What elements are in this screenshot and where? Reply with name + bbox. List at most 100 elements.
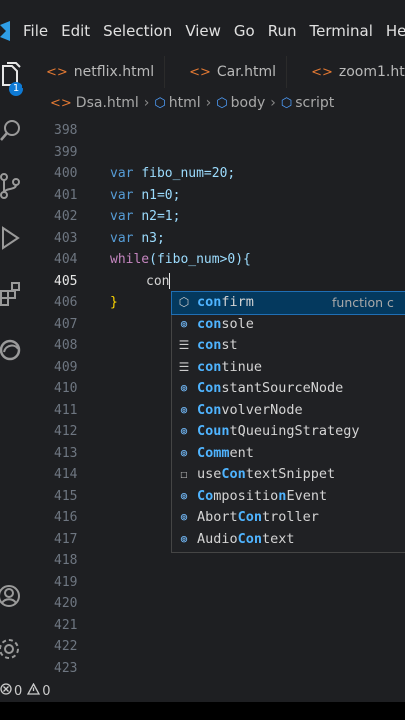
menu-selection[interactable]: Selection: [103, 22, 172, 40]
suggestion-item[interactable]: ☐ useContextSnippet: [172, 464, 405, 486]
line-number: 404: [54, 252, 78, 267]
label-text: Event: [286, 487, 328, 504]
code-line[interactable]: 401 var n1=0;: [22, 185, 405, 207]
suggestion-item[interactable]: ⊚ AbortController: [172, 507, 405, 529]
code-line[interactable]: 419: [22, 572, 405, 594]
account-icon[interactable]: [0, 582, 22, 610]
line-number: 399: [54, 144, 78, 160]
line-code: con: [146, 271, 171, 293]
suggestion-label: Comment: [197, 443, 254, 465]
line-number: 415: [54, 488, 78, 504]
line-code: var n3;: [110, 228, 165, 250]
suggestion-label: useContextSnippet: [197, 464, 335, 486]
suggestion-label: continue: [197, 357, 262, 379]
suggestion-item[interactable]: ☰ const: [172, 335, 405, 357]
warning-icon[interactable]: [27, 682, 41, 699]
keyword: var: [110, 187, 142, 203]
search-icon[interactable]: [0, 116, 22, 144]
line-number: 422: [54, 639, 78, 654]
run-debug-icon[interactable]: [0, 224, 22, 252]
suggestion-item[interactable]: ⊚ console: [172, 314, 405, 336]
autocomplete-widget[interactable]: ⬡ confirm function c ⊚ console ☰ const ☰ continu…: [171, 291, 405, 553]
code-line[interactable]: 421: [22, 615, 405, 637]
suggestion-item[interactable]: ⊚ CompositionEvent: [172, 486, 405, 508]
code-line[interactable]: 404 while(fibo_num>0){: [22, 249, 405, 271]
breadcrumb-script[interactable]: script: [295, 95, 334, 111]
tab-zoom1[interactable]: <> zoom1.ht: [287, 56, 405, 88]
element-cube-icon: ⬡: [280, 95, 293, 111]
line-number: 408: [54, 338, 78, 353]
menu-view[interactable]: View: [185, 22, 221, 40]
suggestion-item[interactable]: ☰ continue: [172, 357, 405, 379]
code-line[interactable]: 400 var fibo_num=20;: [22, 163, 405, 185]
menu-go[interactable]: Go: [234, 22, 255, 40]
code-line[interactable]: 399: [22, 142, 405, 164]
suggestion-item[interactable]: ⊚ ConstantSourceNode: [172, 378, 405, 400]
code-text: n2=1;: [141, 209, 181, 224]
label-text: Abort: [197, 509, 238, 525]
variable-icon: ⊚: [180, 510, 188, 524]
breadcrumb: <> Dsa.html › ⬡ html › ⬡ body › ⬡ script: [50, 92, 334, 114]
suggestion-item[interactable]: ⊚ CountQueuingStrategy: [172, 421, 405, 443]
line-number: 403: [54, 230, 78, 246]
tab-label: zoom1.ht: [338, 64, 405, 80]
breadcrumb-file[interactable]: Dsa.html: [76, 95, 139, 111]
keyword: var: [110, 230, 142, 246]
explorer-badge: 1: [9, 82, 23, 96]
suggestion-label: ConvolverNode: [197, 400, 303, 422]
code-line[interactable]: 405 con: [22, 271, 405, 293]
breadcrumb-html[interactable]: html: [169, 95, 201, 111]
element-cube-icon: ⬡: [216, 95, 228, 111]
line-number: 398: [54, 123, 78, 138]
match-highlight: Coun: [197, 423, 230, 439]
breadcrumb-body[interactable]: body: [231, 95, 266, 111]
cube-icon: ⬡: [178, 295, 190, 309]
suggestion-item[interactable]: ⊚ ConvolverNode: [172, 400, 405, 422]
line-number: 401: [54, 187, 78, 203]
warning-count[interactable]: 0: [42, 684, 50, 699]
match-highlight: Con: [197, 380, 222, 396]
suggestion-item[interactable]: ⬡ confirm function c: [171, 291, 405, 315]
html-file-icon: <>: [311, 64, 333, 80]
error-icon[interactable]: [0, 683, 12, 699]
code-text: n1=0;: [141, 187, 181, 203]
line-number: 420: [54, 596, 78, 611]
edge-devtools-icon[interactable]: [0, 336, 22, 364]
code-line[interactable]: 422: [22, 636, 405, 658]
code-line[interactable]: 420: [22, 593, 405, 615]
suggestion-item[interactable]: ⊚ AudioContext: [172, 529, 405, 551]
suggestion-detail: function c: [332, 295, 394, 310]
code-line[interactable]: 418: [22, 550, 405, 572]
tab-car[interactable]: <> Car.html: [165, 56, 288, 88]
code-line[interactable]: 423: [22, 658, 405, 680]
menu-terminal[interactable]: Terminal: [310, 22, 373, 40]
code-line[interactable]: 402 var n2=1;: [22, 206, 405, 228]
menu-file[interactable]: File: [23, 22, 48, 40]
tab-netflix[interactable]: <> netflix.html: [22, 56, 166, 88]
keyword: var: [110, 166, 142, 181]
menu-edit[interactable]: Edit: [61, 22, 90, 40]
line-number: 419: [54, 574, 78, 590]
gear-icon[interactable]: [0, 635, 22, 663]
keyword: while: [110, 252, 150, 267]
menu-help[interactable]: He: [386, 22, 405, 40]
match-highlight: Co: [197, 487, 214, 504]
line-number: 417: [54, 531, 78, 547]
variable-icon: ⊚: [180, 488, 188, 503]
editor-tabs: <> netflix.html <> Car.html <> zoom1.ht: [22, 56, 405, 88]
source-control-icon[interactable]: [0, 172, 22, 200]
suggestion-label: const: [197, 335, 238, 357]
label-text: st: [221, 337, 238, 353]
line-number: 405: [54, 273, 78, 289]
error-count[interactable]: 0: [14, 684, 22, 699]
element-cube-icon: ⬡: [154, 95, 166, 111]
code-line[interactable]: 403 var n3;: [22, 228, 405, 250]
code-line[interactable]: 398: [22, 120, 405, 142]
suggestion-label: AbortController: [197, 507, 319, 529]
suggestion-item[interactable]: ⊚ Comment: [172, 443, 405, 465]
variable-icon: ⊚: [180, 381, 188, 395]
line-number: 411: [54, 402, 78, 418]
menu-run[interactable]: Run: [268, 22, 297, 40]
extensions-icon[interactable]: [0, 280, 22, 308]
variable-icon: ⊚: [180, 424, 188, 438]
